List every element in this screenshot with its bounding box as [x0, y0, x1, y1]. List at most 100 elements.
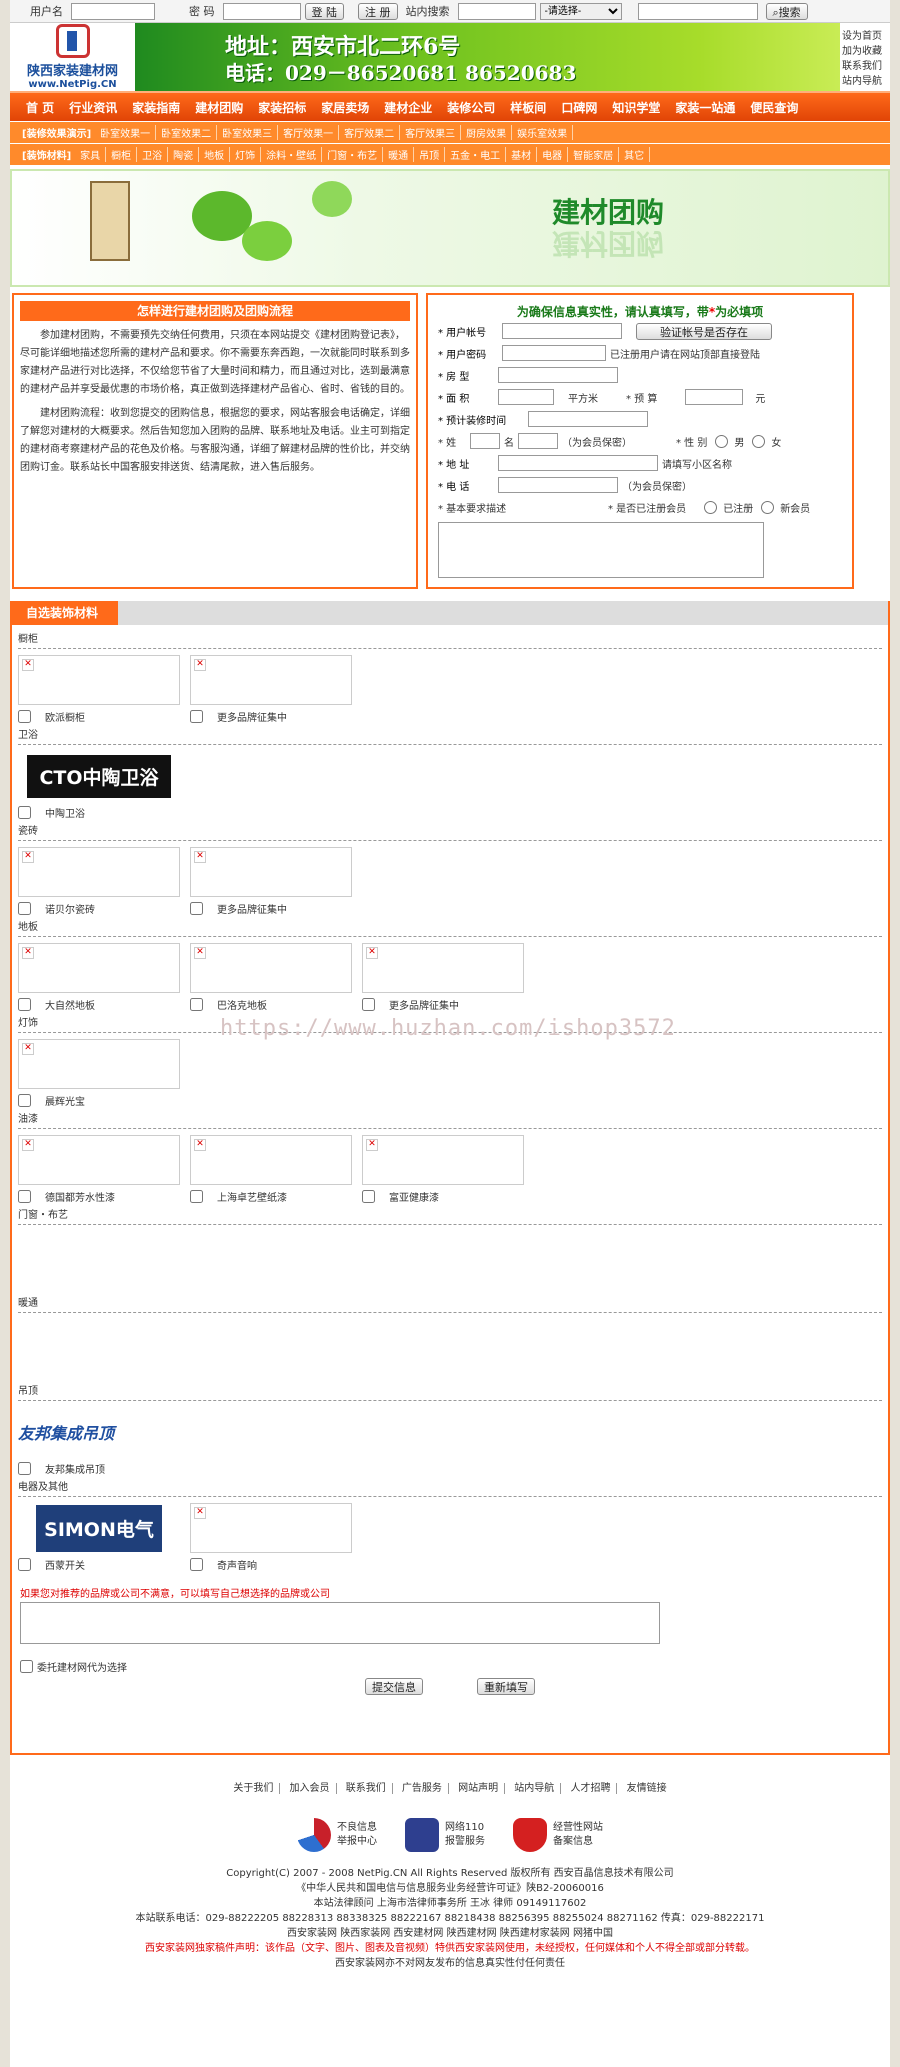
name-input[interactable] [518, 433, 558, 449]
footer-link[interactable]: 网站声明 [452, 1783, 506, 1794]
footer-link[interactable]: 站内导航 [508, 1783, 562, 1794]
nav-item[interactable]: 建材企业 [384, 99, 432, 116]
brand-checkbox[interactable] [18, 805, 31, 819]
nav-item[interactable]: 知识学堂 [612, 99, 660, 116]
new-member-radio[interactable] [761, 500, 775, 514]
nav-item[interactable]: 家装指南 [132, 99, 180, 116]
site-logo[interactable]: 陕西家装建材网 www.NetPig.CN [10, 23, 135, 91]
search-category-select[interactable]: -请选择- [539, 2, 622, 20]
submit-button[interactable]: 提交信息 [365, 1678, 423, 1695]
brand-checkbox[interactable] [18, 1557, 31, 1571]
delegate-checkbox[interactable] [20, 1660, 33, 1673]
subnav-link[interactable]: 陶瓷 [168, 147, 200, 162]
form-password-input[interactable] [502, 345, 606, 361]
nav-item[interactable]: 样板间 [510, 99, 546, 116]
subnav-link[interactable]: 娱乐室效果 [512, 125, 574, 140]
footer-link[interactable]: 友情链接 [621, 1783, 673, 1794]
brand-checkbox[interactable] [362, 997, 375, 1011]
subnav-link[interactable]: 卧室效果二 [156, 125, 218, 140]
brand-checkbox[interactable] [18, 1461, 31, 1475]
subnav-link[interactable]: 地板 [199, 147, 231, 162]
footer-link[interactable]: 人才招聘 [564, 1783, 618, 1794]
account-input[interactable] [502, 323, 622, 339]
register-button[interactable]: 注 册 [358, 2, 398, 20]
password-input[interactable] [222, 2, 301, 20]
brand-checkbox[interactable] [190, 997, 203, 1011]
police-badge[interactable]: 网络110 报警服务 [405, 1818, 485, 1852]
footer-link[interactable]: 关于我们 [227, 1783, 281, 1794]
set-homepage-link[interactable]: 设为首页 [842, 27, 888, 42]
report-center-badge[interactable]: 不良信息 举报中心 [297, 1818, 377, 1852]
brand-checkbox[interactable] [190, 1189, 203, 1203]
subnav-link[interactable]: 厨房效果 [461, 125, 513, 140]
site-search-input[interactable] [457, 2, 536, 20]
nav-item[interactable]: 首 页 [26, 99, 54, 116]
form-title-text: 为确保信息真实性，请认真填写，带 [516, 305, 709, 319]
verify-account-button[interactable]: 验证帐号是否存在 [636, 322, 772, 340]
subnav-link[interactable]: 客厅效果二 [339, 125, 401, 140]
footer-link[interactable]: 广告服务 [395, 1783, 449, 1794]
custom-brand-textarea[interactable] [20, 1602, 660, 1644]
brand-checkbox[interactable] [362, 1189, 375, 1203]
subnav-link[interactable]: 智能家居 [568, 147, 620, 162]
subnav-link[interactable]: 客厅效果三 [400, 125, 462, 140]
nav-item[interactable]: 装修公司 [447, 99, 495, 116]
youbang-logo: 友邦集成吊顶 [18, 1424, 115, 1443]
subnav-link[interactable]: 灯饰 [230, 147, 262, 162]
subnav-link[interactable]: 卧室效果一 [95, 125, 157, 140]
site-nav-link[interactable]: 站内导航 [842, 72, 888, 87]
nav-item[interactable]: 家装一站通 [675, 99, 735, 116]
subnav-link[interactable]: 基材 [506, 147, 538, 162]
phone-input[interactable] [498, 477, 618, 493]
subnav-link[interactable]: 卧室效果三 [217, 125, 279, 140]
subnav-link[interactable]: 客厅效果一 [278, 125, 340, 140]
brand-checkbox[interactable] [18, 1093, 31, 1107]
registered-radio[interactable] [704, 500, 718, 514]
subnav-link[interactable]: 其它 [619, 147, 651, 162]
subnav-link[interactable]: 吊顶 [414, 147, 446, 162]
brand-checkbox[interactable] [18, 997, 31, 1011]
description-textarea[interactable] [438, 522, 764, 578]
brand-checkbox[interactable] [190, 901, 203, 915]
search-button[interactable]: ⌕搜索 [765, 2, 808, 20]
subnav-link[interactable]: 五金・电工 [445, 147, 507, 162]
gender-male-radio[interactable] [715, 434, 729, 448]
subnav-link[interactable]: 橱柜 [106, 147, 138, 162]
house-type-input[interactable] [498, 367, 618, 383]
broken-image-icon [190, 943, 352, 993]
icp-badge[interactable]: 经营性网站 备案信息 [513, 1818, 603, 1852]
nav-item[interactable]: 行业资讯 [69, 99, 117, 116]
subnav-link[interactable]: 涂料・壁纸 [261, 147, 323, 162]
decor-time-input[interactable] [528, 411, 648, 427]
page: 用户名 密 码 登 陆 注 册 站内搜索 -请选择- ⌕搜索 陕西家装建材网 w… [10, 0, 890, 2067]
nav-item[interactable]: 建材团购 [195, 99, 243, 116]
subnav-link[interactable]: 门窗・布艺 [322, 147, 384, 162]
footer-link[interactable]: 加入会员 [283, 1783, 337, 1794]
login-button[interactable]: 登 陆 [304, 2, 344, 20]
contact-link[interactable]: 联系我们 [842, 57, 888, 72]
address-input[interactable] [498, 455, 658, 471]
gender-female-label: 女 [771, 437, 782, 449]
brand-checkbox[interactable] [190, 1557, 203, 1571]
area-input[interactable] [498, 389, 554, 405]
add-favorite-link[interactable]: 加为收藏 [842, 42, 888, 57]
subnav-link[interactable]: 家具 [75, 147, 107, 162]
subnav-link[interactable]: 暖通 [383, 147, 415, 162]
nav-item[interactable]: 家居卖场 [321, 99, 369, 116]
brand-checkbox[interactable] [18, 709, 31, 723]
brand-checkbox[interactable] [18, 1189, 31, 1203]
reset-button[interactable]: 重新填写 [477, 1678, 535, 1695]
subnav-link[interactable]: 卫浴 [137, 147, 169, 162]
surname-input[interactable] [470, 433, 500, 449]
keyword-input[interactable] [637, 2, 758, 20]
footer-link[interactable]: 联系我们 [339, 1783, 393, 1794]
nav-item[interactable]: 家装招标 [258, 99, 306, 116]
nav-item[interactable]: 口碑网 [561, 99, 597, 116]
nav-item[interactable]: 便民查询 [750, 99, 798, 116]
subnav-link[interactable]: 电器 [537, 147, 569, 162]
gender-female-radio[interactable] [752, 434, 766, 448]
brand-checkbox[interactable] [190, 709, 203, 723]
brand-checkbox[interactable] [18, 901, 31, 915]
username-input[interactable] [71, 2, 155, 20]
budget-input[interactable] [685, 389, 744, 405]
